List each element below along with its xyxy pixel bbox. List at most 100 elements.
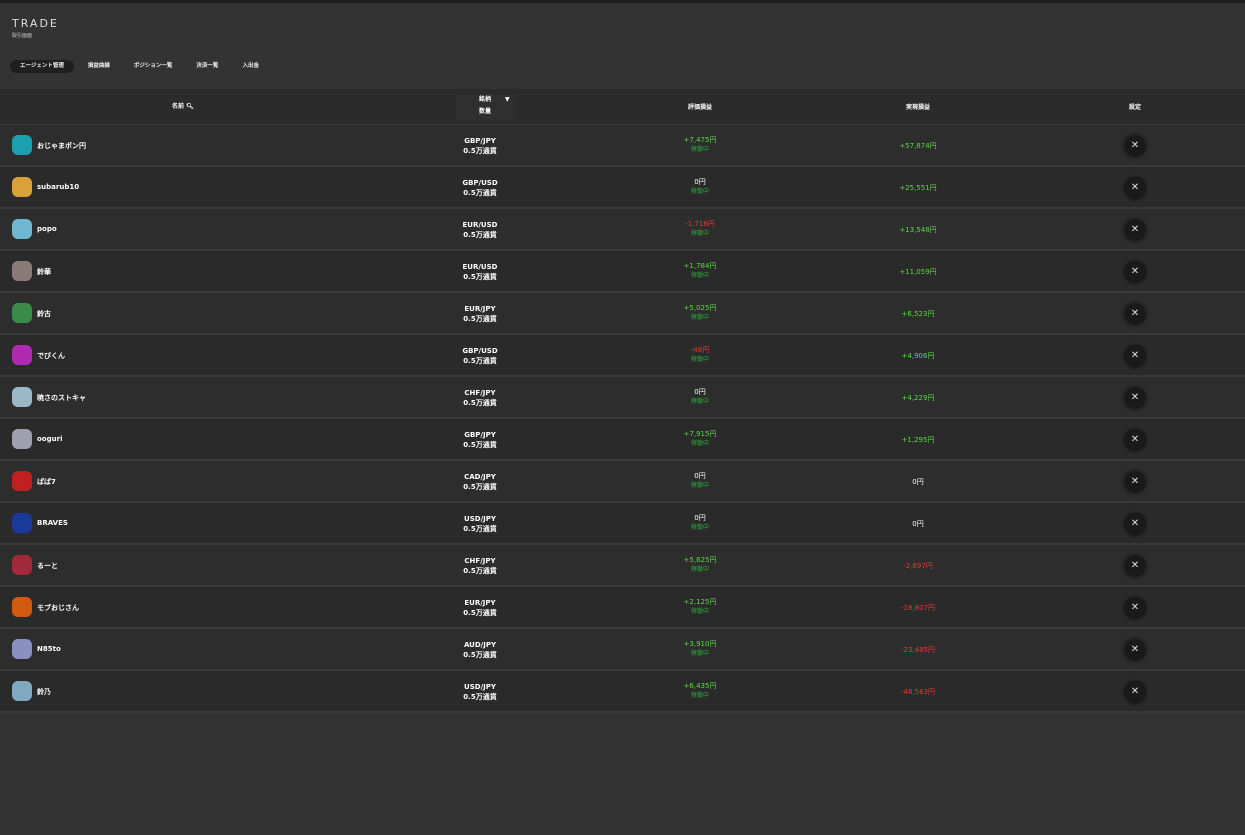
table-row[interactable]: BRAVES USD/JPY 0.5万通貨 0円 稼働中 0円 ✕ bbox=[0, 503, 1245, 545]
agent-name[interactable]: 鈴乃 bbox=[37, 687, 51, 697]
agent-name[interactable]: おじゃまポン円 bbox=[37, 141, 86, 151]
avatar bbox=[12, 555, 32, 575]
avatar bbox=[12, 681, 32, 701]
table-header: 名前 🔍︎ 銘柄 数量 ▼ 評価損益 実現損益 設定 bbox=[0, 89, 1245, 125]
symbol: AUD/JPY bbox=[463, 641, 497, 649]
tools-icon[interactable]: ✕ bbox=[1125, 640, 1145, 660]
table-row[interactable]: るーと CHF/JPY 0.5万通貨 +5,625円 稼働中 -2,897円 ✕ bbox=[0, 545, 1245, 587]
tools-icon[interactable]: ✕ bbox=[1125, 136, 1145, 156]
tools-icon[interactable]: ✕ bbox=[1125, 220, 1145, 240]
symbol: CAD/JPY bbox=[464, 473, 496, 481]
symbol-cell: CHF/JPY 0.5万通貨 bbox=[420, 556, 540, 576]
eval-pnl: +5,625円 bbox=[683, 556, 717, 564]
table-row[interactable]: ぱぱ7 CAD/JPY 0.5万通貨 0円 稼働中 0円 ✕ bbox=[0, 461, 1245, 503]
table-row[interactable]: モブおじさん EUR/JPY 0.5万通貨 +2,125円 稼働中 -18,807円… bbox=[0, 587, 1245, 629]
tab-1[interactable]: 損益曲線 bbox=[78, 60, 120, 73]
symbol: GBP/USD bbox=[462, 179, 498, 187]
eval-header: 評価損益 bbox=[687, 104, 712, 111]
realized-pnl: -23,485円 bbox=[900, 646, 936, 654]
avatar bbox=[12, 303, 32, 323]
agent-name[interactable]: 鈴華 bbox=[37, 267, 51, 277]
quantity: 0.5万通貨 bbox=[463, 399, 497, 407]
eval-pnl: +2,125円 bbox=[683, 598, 717, 606]
eval-cell: +2,125円 稼働中 bbox=[640, 597, 760, 617]
eval-pnl: 0円 bbox=[694, 472, 706, 480]
table-row[interactable]: 鈴華 EUR/USD 0.5万通貨 +1,784円 稼働中 +11,059円 ✕ bbox=[0, 251, 1245, 293]
tools-icon[interactable]: ✕ bbox=[1125, 682, 1145, 702]
agent-name[interactable]: subarub10 bbox=[37, 183, 79, 191]
eval-pnl: +1,784円 bbox=[683, 262, 717, 270]
tools-icon[interactable]: ✕ bbox=[1125, 262, 1145, 282]
table-row[interactable]: ooguri GBP/JPY 0.5万通貨 +7,915円 稼働中 +1,295円 … bbox=[0, 419, 1245, 461]
tools-icon[interactable]: ✕ bbox=[1125, 514, 1145, 534]
eval-pnl: -1,716円 bbox=[685, 220, 715, 228]
agent-name[interactable]: N85to bbox=[37, 645, 61, 653]
symbol: GBP/USD bbox=[462, 347, 498, 355]
tab-0[interactable]: エージェント管理 bbox=[10, 60, 74, 73]
eval-cell: +5,025円 稼働中 bbox=[640, 303, 760, 323]
avatar bbox=[12, 261, 32, 281]
eval-pnl: +3,910円 bbox=[683, 640, 717, 648]
status-badge: 稼働中 bbox=[690, 146, 709, 153]
agent-name[interactable]: ooguri bbox=[37, 435, 62, 443]
agent-name[interactable]: でびくん bbox=[37, 351, 65, 361]
status-badge: 稼働中 bbox=[690, 314, 709, 321]
status-badge: 稼働中 bbox=[690, 398, 709, 405]
tools-icon[interactable]: ✕ bbox=[1125, 556, 1145, 576]
table-row[interactable]: 暁さのストキャ CHF/JPY 0.5万通貨 0円 稼働中 +4,229円 ✕ bbox=[0, 377, 1245, 419]
symbol-cell: EUR/USD 0.5万通貨 bbox=[420, 262, 540, 282]
tools-icon[interactable]: ✕ bbox=[1125, 472, 1145, 492]
realized-pnl: +1,295円 bbox=[901, 436, 935, 444]
name-header-label: 名前 bbox=[172, 103, 185, 110]
symbol: USD/JPY bbox=[464, 515, 496, 523]
table-row[interactable]: おじゃまポン円 GBP/JPY 0.5万通貨 +7,475円 稼働中 +57,874… bbox=[0, 125, 1245, 167]
tools-icon[interactable]: ✕ bbox=[1125, 598, 1145, 618]
agent-name[interactable]: 鈴古 bbox=[37, 309, 51, 319]
filter-icon[interactable]: ▼ bbox=[505, 94, 510, 106]
symbol-cell: USD/JPY 0.5万通貨 bbox=[420, 682, 540, 702]
quantity: 0.5万通貨 bbox=[463, 231, 497, 239]
search-icon[interactable]: 🔍︎ bbox=[186, 103, 194, 110]
eval-pnl: +5,025円 bbox=[683, 304, 717, 312]
table-row[interactable]: 鈴乃 USD/JPY 0.5万通貨 +6,435円 稼働中 -48,563円 ✕ bbox=[0, 671, 1245, 713]
avatar bbox=[12, 639, 32, 659]
tools-icon[interactable]: ✕ bbox=[1125, 346, 1145, 366]
eval-cell: +7,915円 稼働中 bbox=[640, 429, 760, 449]
tab-4[interactable]: 入出金 bbox=[232, 60, 269, 73]
tools-icon[interactable]: ✕ bbox=[1125, 304, 1145, 324]
settings-header: 設定 bbox=[1128, 104, 1141, 111]
table-row[interactable]: subarub10 GBP/USD 0.5万通貨 0円 稼働中 +25,551円 ✕ bbox=[0, 167, 1245, 209]
agent-name[interactable]: るーと bbox=[37, 561, 58, 571]
tools-icon[interactable]: ✕ bbox=[1125, 388, 1145, 408]
table-row[interactable]: N85to AUD/JPY 0.5万通貨 +3,910円 稼働中 -23,485円 … bbox=[0, 629, 1245, 671]
agent-name[interactable]: BRAVES bbox=[37, 519, 68, 527]
page-subtitle: 取引画面 bbox=[12, 33, 33, 39]
agent-name[interactable]: ぱぱ7 bbox=[37, 477, 56, 487]
name-column-header[interactable]: 名前 🔍︎ bbox=[172, 101, 194, 110]
agent-table: 名前 🔍︎ 銘柄 数量 ▼ 評価損益 実現損益 設定 おじゃまポン円 GBP/J… bbox=[0, 89, 1245, 713]
tools-icon[interactable]: ✕ bbox=[1125, 178, 1145, 198]
table-row[interactable]: 鈴古 EUR/JPY 0.5万通貨 +5,025円 稼働中 +6,523円 ✕ bbox=[0, 293, 1245, 335]
eval-cell: -48円稼働中 bbox=[640, 345, 760, 365]
eval-pnl: -48円 bbox=[690, 346, 710, 354]
symbol-quantity-header[interactable]: 銘柄 数量 ▼ bbox=[455, 94, 515, 120]
realized-pnl: +11,059円 bbox=[899, 268, 937, 276]
tab-2[interactable]: ポジション一覧 bbox=[124, 60, 183, 73]
table-row[interactable]: でびくん GBP/USD 0.5万通貨 -48円 稼働中 +4,906円 ✕ bbox=[0, 335, 1245, 377]
status-badge: 稼働中 bbox=[690, 356, 709, 363]
quantity: 0.5万通貨 bbox=[463, 693, 497, 701]
status-badge: 稼働中 bbox=[690, 650, 709, 657]
symbol: EUR/JPY bbox=[464, 305, 496, 313]
symbol-cell: AUD/JPY 0.5万通貨 bbox=[420, 640, 540, 660]
eval-cell: 0円 稼働中 bbox=[640, 513, 760, 533]
agent-name[interactable]: popo bbox=[37, 225, 57, 233]
tab-3[interactable]: 決済一覧 bbox=[186, 60, 228, 73]
symbol-cell: EUR/USD 0.5万通貨 bbox=[420, 220, 540, 240]
tab-bar: エージェント管理 損益曲線 ポジション一覧 決済一覧 入出金 bbox=[10, 60, 269, 73]
tools-icon[interactable]: ✕ bbox=[1125, 430, 1145, 450]
agent-name[interactable]: 暁さのストキャ bbox=[37, 393, 86, 403]
avatar bbox=[12, 177, 32, 197]
status-badge: 稼働中 bbox=[690, 230, 709, 237]
agent-name[interactable]: モブおじさん bbox=[37, 603, 79, 613]
table-row[interactable]: popo EUR/USD 0.5万通貨 -1,716円 稼働中 +13,548円 ✕ bbox=[0, 209, 1245, 251]
